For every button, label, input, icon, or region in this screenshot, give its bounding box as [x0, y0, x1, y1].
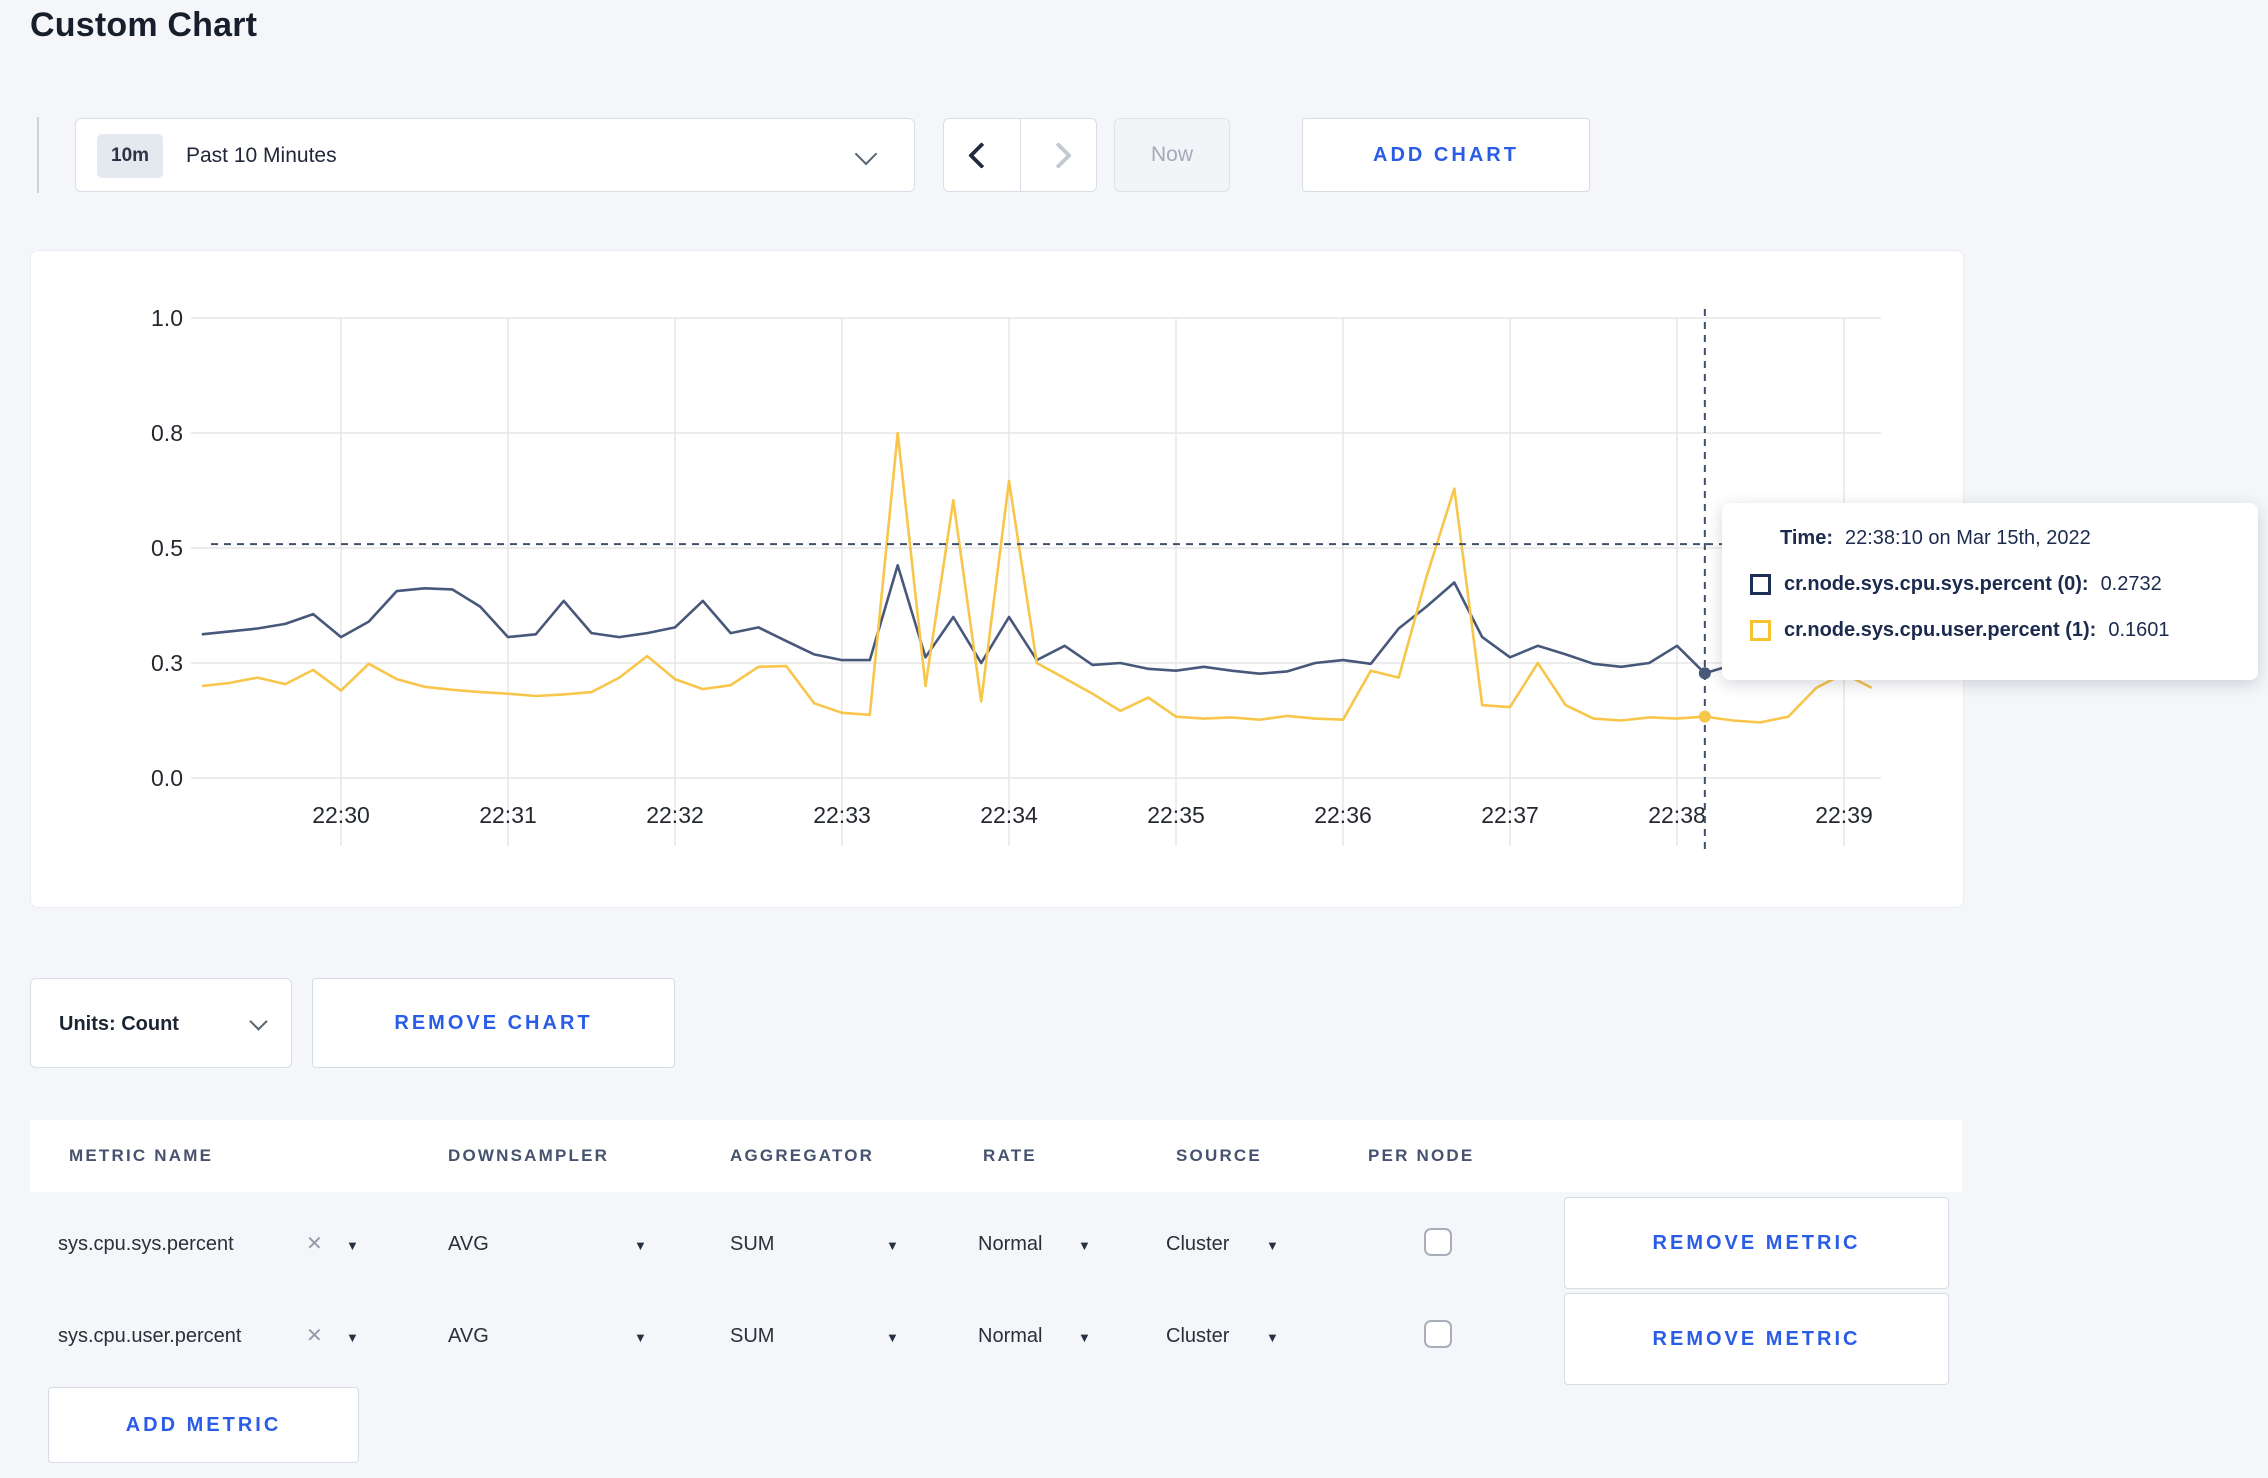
col-header-aggregator: AGGREGATOR — [730, 1146, 875, 1165]
metric-name-value[interactable]: sys.cpu.sys.percent — [58, 1224, 234, 1264]
x-axis-tick-label: 22:36 — [1314, 802, 1372, 828]
col-header-rate: RATE — [983, 1146, 1037, 1165]
x-axis-tick-label: 22:38 — [1648, 802, 1706, 828]
col-header-metric-name: METRIC NAME — [69, 1146, 214, 1165]
x-axis-tick-label: 22:31 — [479, 802, 537, 828]
caret-down-icon[interactable]: ▼ — [886, 1226, 899, 1266]
downsampler-select[interactable]: AVG — [448, 1224, 489, 1264]
chevron-right-icon — [1044, 141, 1072, 169]
chevron-down-icon — [249, 1012, 268, 1031]
series-sys-legend-icon — [1750, 574, 1771, 595]
add-chart-button[interactable]: ADD CHART — [1302, 118, 1590, 192]
remove-metric-button[interactable]: REMOVE METRIC — [1564, 1197, 1949, 1289]
caret-down-icon[interactable]: ▼ — [634, 1226, 647, 1266]
caret-down-icon[interactable]: ▼ — [634, 1318, 647, 1358]
metric-name-value[interactable]: sys.cpu.user.percent — [58, 1316, 241, 1356]
col-header-per-node: PER NODE — [1368, 1146, 1475, 1165]
y-axis-tick-label: 0.5 — [151, 535, 183, 561]
rate-select[interactable]: Normal — [978, 1224, 1042, 1264]
timeseries-chart[interactable]: 0.0 0.3 0.5 0.8 1.0 22:30 22:31 22:32 22:33 22:34… — [31, 251, 1961, 905]
aggregator-select[interactable]: SUM — [730, 1316, 774, 1356]
time-prev-button[interactable] — [944, 119, 1020, 191]
time-range-dropdown[interactable]: 10m Past 10 Minutes — [75, 118, 915, 192]
toolbar-divider — [37, 117, 39, 193]
y-axis-tick-label: 0.3 — [151, 650, 183, 676]
hover-point-1 — [1698, 710, 1711, 723]
tooltip-sys-value: 0.2732 — [2100, 573, 2162, 595]
y-axis-tick-label: 1.0 — [151, 305, 183, 331]
time-range-badge: 10m — [97, 134, 164, 178]
source-select[interactable]: Cluster — [1166, 1316, 1229, 1356]
metrics-table-header: METRIC NAME DOWNSAMPLER AGGREGATOR RATE … — [30, 1120, 1962, 1192]
chart-panel: 0.0 0.3 0.5 0.8 1.0 22:30 22:31 22:32 22:33 22:34… — [30, 250, 1964, 908]
chart-tooltip: Time: 22:38:10 on Mar 15th, 2022 cr.node… — [1722, 503, 2258, 680]
source-select[interactable]: Cluster — [1166, 1224, 1229, 1264]
remove-chart-button[interactable]: REMOVE CHART — [312, 978, 675, 1068]
downsampler-select[interactable]: AVG — [448, 1316, 489, 1356]
clear-metric-icon[interactable]: ✕ — [306, 1316, 323, 1356]
time-range-label: Past 10 Minutes — [186, 144, 337, 167]
now-button[interactable]: Now — [1114, 118, 1230, 192]
remove-metric-button[interactable]: REMOVE METRIC — [1564, 1293, 1949, 1385]
x-axis-tick-label: 22:37 — [1481, 802, 1539, 828]
series-line-user — [201, 431, 1873, 724]
col-header-downsampler: DOWNSAMPLER — [448, 1146, 610, 1165]
caret-down-icon[interactable]: ▼ — [886, 1318, 899, 1358]
clear-metric-icon[interactable]: ✕ — [306, 1224, 323, 1264]
caret-down-icon[interactable]: ▼ — [1266, 1226, 1279, 1266]
time-nav-group — [943, 118, 1097, 192]
add-metric-button[interactable]: ADD METRIC — [48, 1387, 359, 1463]
aggregator-select[interactable]: SUM — [730, 1224, 774, 1264]
caret-down-icon[interactable]: ▼ — [346, 1318, 359, 1358]
y-axis-tick-label: 0.8 — [151, 420, 183, 446]
caret-down-icon[interactable]: ▼ — [1078, 1318, 1091, 1358]
col-header-source: SOURCE — [1176, 1146, 1262, 1165]
caret-down-icon[interactable]: ▼ — [346, 1226, 359, 1266]
x-axis-tick-label: 22:34 — [980, 802, 1038, 828]
per-node-checkbox[interactable] — [1424, 1228, 1452, 1256]
tooltip-user-label: cr.node.sys.cpu.user.percent (1): — [1784, 619, 2097, 641]
page-title: Custom Chart — [30, 6, 258, 44]
tooltip-time-label: Time: — [1780, 527, 1833, 549]
x-axis-tick-label: 22:30 — [312, 802, 370, 828]
x-axis-tick-label: 22:39 — [1815, 802, 1873, 828]
chevron-left-icon — [968, 141, 996, 169]
y-axis-tick-label: 0.0 — [151, 765, 183, 791]
per-node-checkbox[interactable] — [1424, 1320, 1452, 1348]
time-next-button[interactable] — [1019, 119, 1097, 191]
x-axis-tick-label: 22:35 — [1147, 802, 1205, 828]
tooltip-time-value: 22:38:10 on Mar 15th, 2022 — [1844, 527, 2091, 549]
tooltip-user-value: 0.1601 — [2108, 619, 2170, 641]
units-label: Units: Count — [59, 1013, 179, 1035]
hover-point-0 — [1698, 667, 1711, 680]
units-dropdown[interactable]: Units: Count — [30, 978, 292, 1068]
caret-down-icon[interactable]: ▼ — [1266, 1318, 1279, 1358]
x-axis-tick-label: 22:32 — [646, 802, 704, 828]
series-user-legend-icon — [1750, 620, 1771, 641]
caret-down-icon[interactable]: ▼ — [1078, 1226, 1091, 1266]
rate-select[interactable]: Normal — [978, 1316, 1042, 1356]
tooltip-sys-label: cr.node.sys.cpu.sys.percent (0): — [1784, 573, 2089, 595]
chevron-down-icon — [854, 142, 878, 166]
x-axis-tick-label: 22:33 — [813, 802, 871, 828]
